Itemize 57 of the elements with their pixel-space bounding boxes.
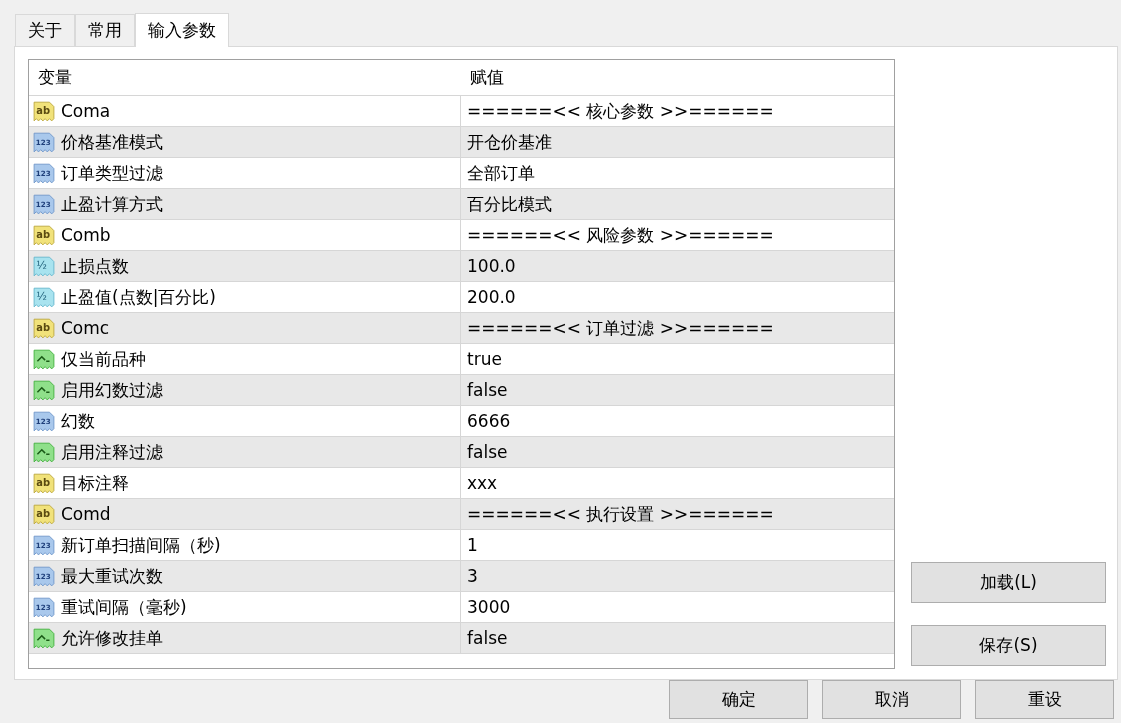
string-type-icon: ab [33, 100, 55, 122]
variable-name: 订单类型过滤 [61, 161, 163, 185]
variable-name: 最大重试次数 [61, 564, 163, 588]
double-type-icon: ½ [33, 255, 55, 277]
variable-name: Coma [61, 101, 111, 121]
parameter-value[interactable]: 1 [467, 535, 478, 555]
double-type-icon: ½ [33, 286, 55, 308]
parameter-value[interactable]: false [467, 442, 508, 462]
bool-type-icon [33, 379, 55, 401]
parameter-value[interactable]: ======<< 执行设置 >>====== [467, 502, 774, 526]
column-header: 赋值 [469, 66, 505, 89]
string-type-icon: ab [33, 317, 55, 339]
bool-type-icon [33, 348, 55, 370]
variable-name: 仅当前品种 [61, 347, 146, 371]
variable-name: Comc [61, 318, 110, 338]
tab[interactable]: 常用 [75, 14, 135, 46]
variable-name: 新订单扫描间隔（秒) [61, 533, 221, 557]
side-button[interactable]: 保存(S) [911, 625, 1106, 666]
variable-name: 启用注释过滤 [61, 440, 163, 464]
string-type-icon: ab [33, 503, 55, 525]
parameter-value[interactable]: 3 [467, 566, 478, 586]
variable-name: 允许修改挂单 [61, 626, 163, 650]
parameter-value[interactable]: 开仓价基准 [467, 130, 552, 154]
bool-type-icon [33, 441, 55, 463]
parameter-value[interactable]: false [467, 380, 508, 400]
dialog-button[interactable]: 重设 [975, 680, 1114, 719]
dialog-button[interactable]: 确定 [669, 680, 808, 719]
string-type-icon: ab [33, 472, 55, 494]
parameter-value[interactable]: 3000 [467, 597, 511, 617]
side-button[interactable]: 加载(L) [911, 562, 1106, 603]
parameter-value[interactable]: 100.0 [467, 256, 516, 276]
column-header: 变量 [37, 66, 73, 89]
dialog-button[interactable]: 取消 [822, 680, 961, 719]
variable-name: Comd [61, 504, 111, 524]
parameter-value[interactable]: 百分比模式 [467, 192, 552, 216]
variable-name: 目标注释 [61, 471, 129, 495]
variable-name: 幻数 [61, 409, 95, 433]
tab[interactable]: 关于 [15, 14, 75, 46]
bool-type-icon [33, 627, 55, 649]
variable-name: 重试间隔（毫秒) [61, 595, 187, 619]
parameter-value[interactable]: 6666 [467, 411, 511, 431]
variable-name: 启用幻数过滤 [61, 378, 163, 402]
string-type-icon: ab [33, 224, 55, 246]
parameter-value[interactable]: ======<< 核心参数 >>====== [467, 99, 774, 123]
variable-name: 价格基准模式 [61, 130, 163, 154]
parameter-value[interactable]: xxx [467, 473, 498, 493]
variable-name: Comb [61, 225, 111, 245]
parameter-value[interactable]: true [467, 349, 502, 369]
parameter-value[interactable]: false [467, 628, 508, 648]
variable-name: 止损点数 [61, 254, 129, 278]
parameter-value[interactable]: ======<< 订单过滤 >>====== [467, 316, 774, 340]
parameter-value[interactable]: 200.0 [467, 287, 516, 307]
variable-name: 止盈计算方式 [61, 192, 163, 216]
parameter-value[interactable]: ======<< 风险参数 >>====== [467, 223, 774, 247]
tab[interactable]: 输入参数 [135, 13, 229, 47]
parameter-value[interactable]: 全部订单 [467, 161, 535, 185]
variable-name: 止盈值(点数|百分比) [61, 285, 216, 309]
